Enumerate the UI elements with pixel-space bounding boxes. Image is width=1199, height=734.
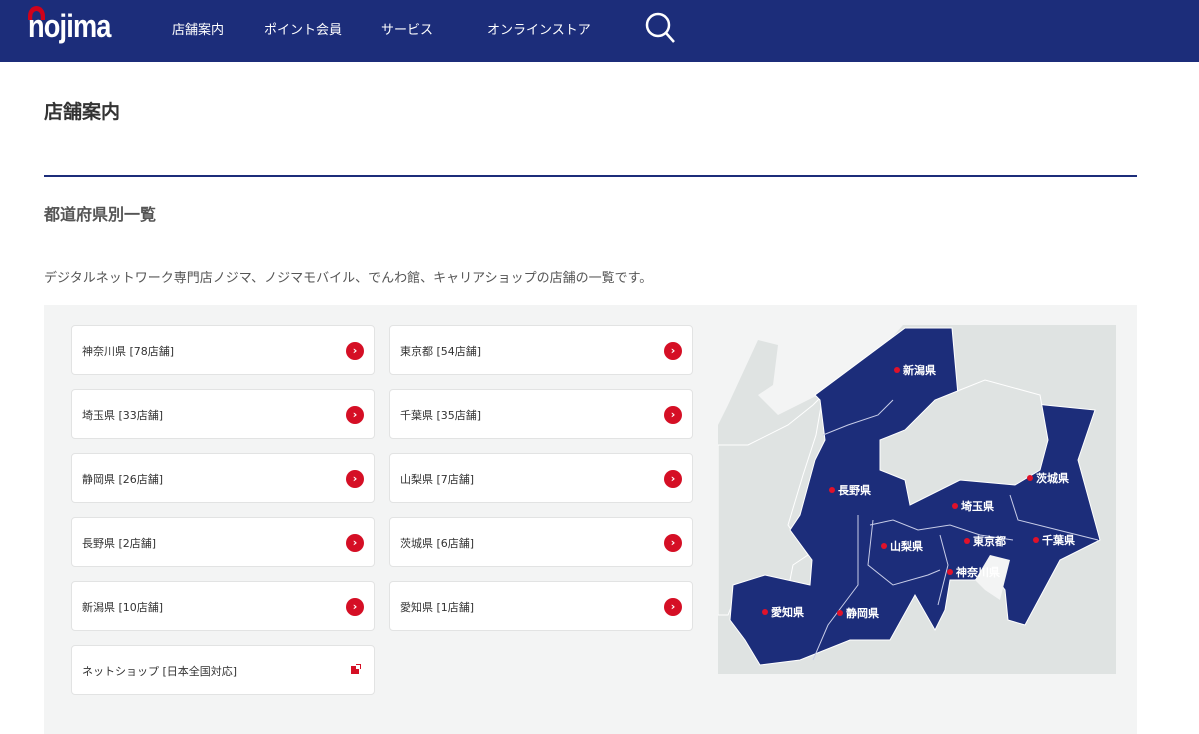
chevron-right-icon: ›	[664, 534, 682, 552]
card-label: 静岡県 [26店舗]	[82, 473, 164, 486]
chevron-right-icon: ›	[346, 342, 364, 360]
section-title: 都道府県別一覧	[44, 205, 157, 224]
card-label: 茨城県 [6店舗]	[400, 537, 475, 550]
chevron-right-icon: ›	[346, 406, 364, 424]
card-label: 山梨県 [7店舗]	[400, 473, 475, 486]
prefecture-card[interactable]: 山梨県 [7店舗] ›	[389, 453, 693, 503]
external-link-icon	[351, 664, 361, 674]
prefecture-card[interactable]: 茨城県 [6店舗] ›	[389, 517, 693, 567]
chevron-right-icon: ›	[664, 406, 682, 424]
chevron-right-icon: ›	[664, 598, 682, 616]
net-shop-link[interactable]: ネットショップ [日本全国対応]	[71, 645, 375, 695]
chevron-right-icon: ›	[346, 534, 364, 552]
card-label: 埼玉県 [33店舗]	[82, 409, 164, 422]
map-label-ibaraki[interactable]: 茨城県	[1027, 470, 1069, 486]
prefecture-card[interactable]: 新潟県 [10店舗] ›	[71, 581, 375, 631]
page-title: 店舗案内	[44, 101, 121, 123]
prefecture-card[interactable]: 長野県 [2店舗] ›	[71, 517, 375, 567]
map-label-kanagawa[interactable]: 神奈川県	[947, 564, 1000, 580]
prefecture-card[interactable]: 東京都 [54店舗] ›	[389, 325, 693, 375]
chevron-right-icon: ›	[664, 342, 682, 360]
map-label-aichi[interactable]: 愛知県	[762, 604, 804, 620]
chevron-right-icon: ›	[346, 598, 364, 616]
prefecture-card[interactable]: 埼玉県 [33店舗] ›	[71, 389, 375, 439]
card-label: 東京都 [54店舗]	[400, 345, 482, 358]
card-label: 神奈川県 [78店舗]	[82, 345, 175, 358]
map-label-saitama[interactable]: 埼玉県	[952, 498, 994, 514]
nav-store-guide[interactable]: 店舗案内	[172, 19, 224, 38]
search-icon[interactable]	[645, 12, 675, 44]
card-label: 新潟県 [10店舗]	[82, 601, 164, 614]
card-label: ネットショップ [日本全国対応]	[82, 665, 238, 678]
prefecture-card[interactable]: 千葉県 [35店舗] ›	[389, 389, 693, 439]
card-label: 千葉県 [35店舗]	[400, 409, 482, 422]
chevron-right-icon: ›	[664, 470, 682, 488]
description: デジタルネットワーク専門店ノジマ、ノジマモバイル、でんわ館、キャリアショップの店…	[44, 271, 653, 286]
kanto-map: 新潟県 長野県 茨城県 埼玉県 山梨県 東京都 千葉県 神奈川県 愛知県 静岡県	[717, 325, 1116, 674]
chevron-right-icon: ›	[346, 470, 364, 488]
map-label-yamanashi[interactable]: 山梨県	[881, 538, 923, 554]
map-label-chiba[interactable]: 千葉県	[1033, 532, 1075, 548]
prefecture-card[interactable]: 愛知県 [1店舗] ›	[389, 581, 693, 631]
prefecture-card[interactable]: 静岡県 [26店舗] ›	[71, 453, 375, 503]
nav-service[interactable]: サービス	[381, 19, 433, 38]
divider	[44, 175, 1137, 177]
map-label-nagano[interactable]: 長野県	[829, 482, 871, 498]
map-label-niigata[interactable]: 新潟県	[894, 362, 936, 378]
nav-point-member[interactable]: ポイント会員	[264, 19, 342, 38]
map-label-tokyo[interactable]: 東京都	[964, 533, 1006, 549]
nav-online-store[interactable]: オンラインストア	[487, 19, 591, 38]
card-label: 愛知県 [1店舗]	[400, 601, 475, 614]
map-label-shizuoka[interactable]: 静岡県	[837, 605, 879, 621]
header: nojima 店舗案内 ポイント会員 サービス オンラインストア	[0, 0, 1199, 62]
card-label: 長野県 [2店舗]	[82, 537, 157, 550]
prefecture-card[interactable]: 神奈川県 [78店舗] ›	[71, 325, 375, 375]
nojima-logo[interactable]: nojima	[28, 6, 111, 45]
